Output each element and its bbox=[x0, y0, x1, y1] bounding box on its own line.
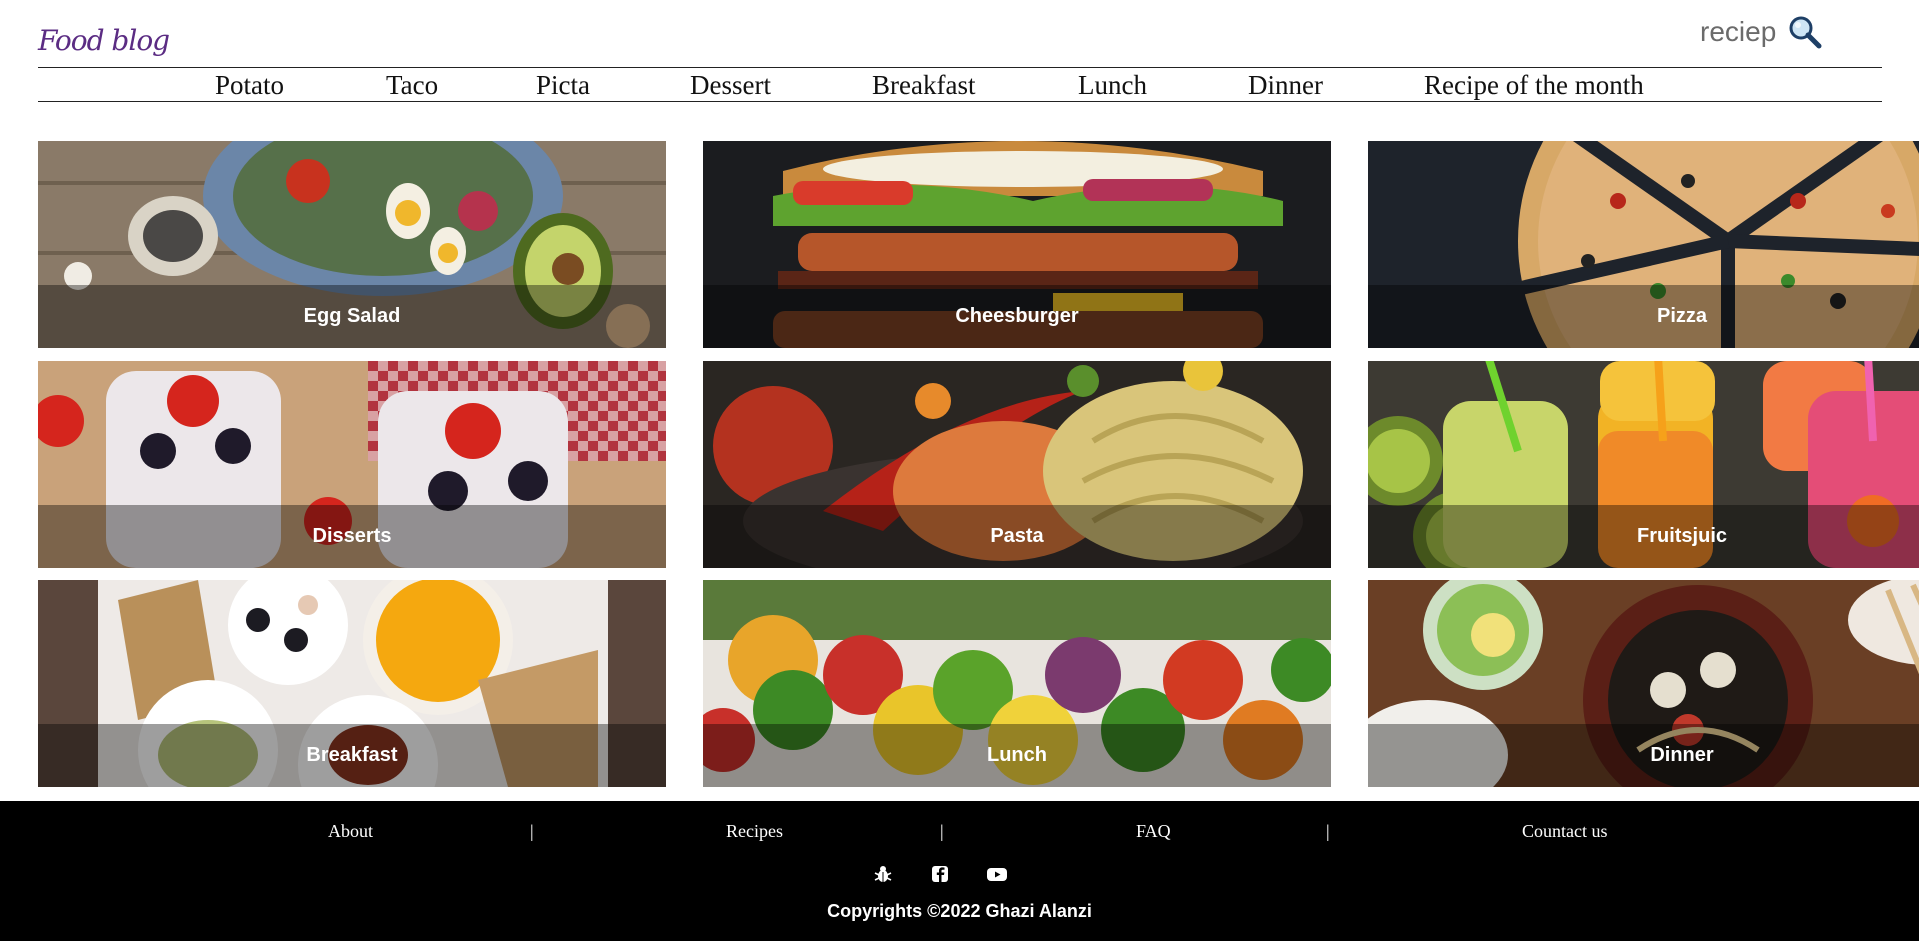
footer-link-faq[interactable]: FAQ bbox=[1136, 821, 1171, 842]
nav-item-lunch[interactable]: Lunch bbox=[1078, 70, 1147, 101]
tile-label: Breakfast bbox=[306, 744, 398, 766]
search-area[interactable]: reciep bbox=[1700, 14, 1822, 50]
nav-item-picta[interactable]: Picta bbox=[536, 70, 590, 101]
nav-item-dessert[interactable]: Dessert bbox=[690, 70, 771, 101]
tile-fruitsjuic[interactable]: Fruitsjuic bbox=[1368, 361, 1919, 568]
tile-pasta[interactable]: Pasta bbox=[703, 361, 1331, 568]
youtube-icon[interactable] bbox=[986, 863, 1008, 885]
tile-disserts[interactable]: Disserts bbox=[38, 361, 666, 568]
tile-label: Lunch bbox=[987, 744, 1047, 766]
nav-item-taco[interactable]: Taco bbox=[386, 70, 438, 101]
tile-cheesburger[interactable]: Cheesburger bbox=[703, 141, 1331, 348]
tile-breakfast[interactable]: Breakfast bbox=[38, 580, 666, 787]
footer-link-about[interactable]: About bbox=[328, 821, 373, 842]
footer-separator: | bbox=[940, 821, 944, 841]
copyright-text: Copyrights ©2022 Ghazi Alanzi bbox=[827, 901, 1092, 921]
facebook-icon[interactable] bbox=[929, 863, 951, 885]
footer: About | Recipes | FAQ | Countact us Copy… bbox=[0, 801, 1919, 941]
bug-icon[interactable] bbox=[872, 863, 894, 885]
nav-item-dinner[interactable]: Dinner bbox=[1248, 70, 1323, 101]
tile-label: Cheesburger bbox=[955, 305, 1079, 327]
tile-egg-salad[interactable]: Egg Salad bbox=[38, 141, 666, 348]
tile-label: Pizza bbox=[1656, 305, 1708, 327]
footer-link-contact[interactable]: Countact us bbox=[1522, 821, 1608, 842]
nav-item-potato[interactable]: Potato bbox=[215, 70, 284, 101]
tile-pizza[interactable]: Pizza bbox=[1368, 141, 1919, 348]
site-logo[interactable]: Food blog bbox=[38, 24, 170, 57]
tile-label: Dinner bbox=[1650, 744, 1714, 766]
tile-label: Pasta bbox=[990, 525, 1044, 547]
tile-label: Egg Salad bbox=[303, 305, 401, 327]
magnifier-icon[interactable] bbox=[1788, 15, 1822, 49]
search-text[interactable]: reciep bbox=[1700, 16, 1776, 48]
tile-label: Fruitsjuic bbox=[1636, 525, 1727, 547]
nav-item-breakfast[interactable]: Breakfast bbox=[872, 70, 975, 101]
footer-link-recipes[interactable]: Recipes bbox=[726, 821, 783, 842]
main-nav: Potato Taco Picta Dessert Breakfast Lunc… bbox=[38, 67, 1882, 102]
footer-separator: | bbox=[1326, 821, 1330, 841]
tile-dinner[interactable]: Dinner bbox=[1368, 580, 1919, 787]
tile-lunch[interactable]: Lunch bbox=[703, 580, 1331, 787]
tile-label: Disserts bbox=[312, 525, 392, 547]
nav-item-recipe-of-the-month[interactable]: Recipe of the month bbox=[1424, 70, 1644, 101]
footer-separator: | bbox=[530, 821, 534, 841]
